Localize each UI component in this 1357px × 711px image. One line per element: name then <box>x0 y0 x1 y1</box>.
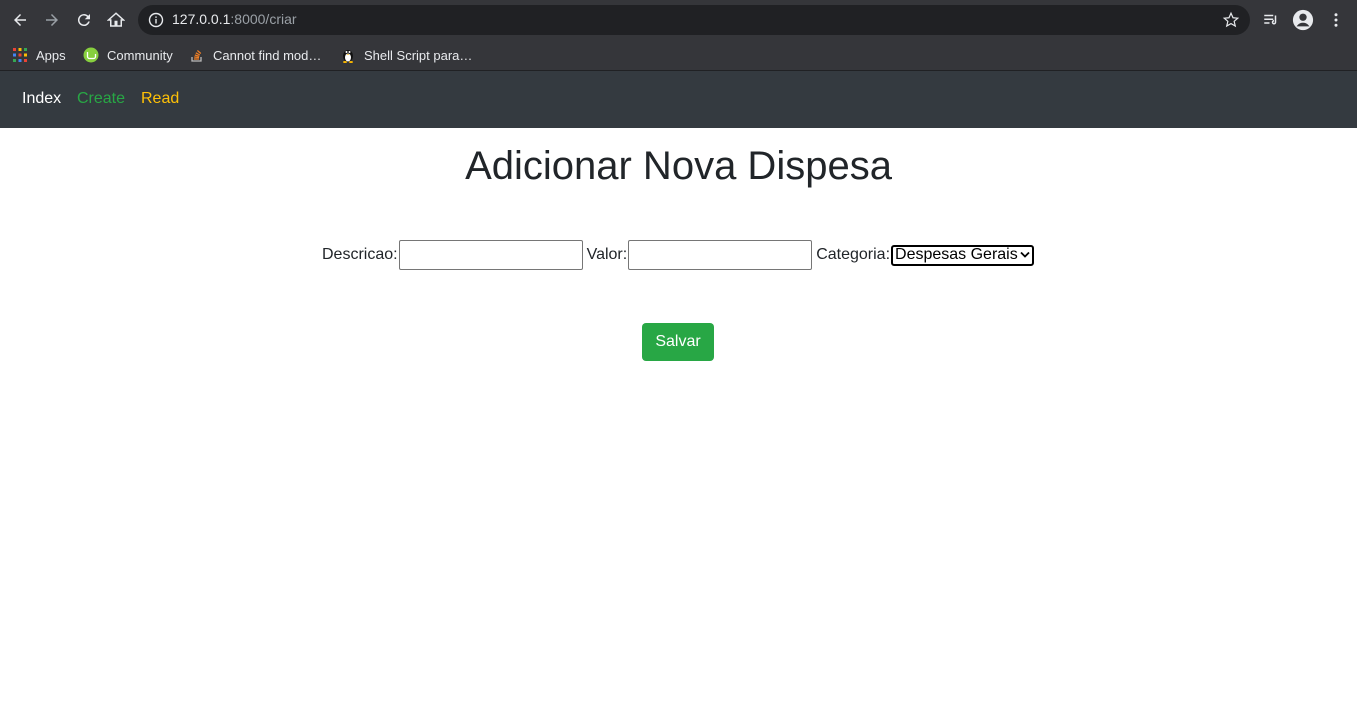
bookmark-label: Shell Script para… <box>364 47 473 63</box>
reading-list-icon[interactable] <box>1259 8 1283 32</box>
star-icon[interactable] <box>1222 11 1240 29</box>
valor-input[interactable] <box>628 240 813 270</box>
nav-link-create[interactable]: Create <box>77 89 125 109</box>
categoria-label: Categoria: <box>816 246 891 263</box>
menu-icon[interactable] <box>1324 8 1348 32</box>
url-host: 127.0.0.1 <box>172 11 231 27</box>
nav-link-read[interactable]: Read <box>141 89 179 109</box>
save-button[interactable]: Salvar <box>642 323 714 361</box>
address-bar[interactable]: 127.0.0.1:8000/criar <box>138 5 1250 35</box>
descricao-input[interactable] <box>398 240 583 270</box>
categoria-select[interactable]: Despesas Gerais <box>891 244 1034 266</box>
bookmarks-bar: Apps Community Cannot find mod… Shell Sc… <box>0 40 1357 71</box>
apps-grid-icon <box>13 48 27 62</box>
stackoverflow-icon <box>191 50 202 62</box>
site-navbar: Index Create Read <box>0 71 1357 128</box>
back-icon[interactable] <box>8 8 32 32</box>
home-icon[interactable] <box>104 8 128 32</box>
chevron-down-icon <box>1020 251 1030 258</box>
profile-icon[interactable] <box>1291 8 1315 32</box>
valor-label: Valor: <box>586 246 628 263</box>
tux-icon <box>343 50 353 63</box>
page-title: Adicionar Nova Dispesa <box>465 144 892 188</box>
forward-icon[interactable] <box>40 8 64 32</box>
bookmark-label: Apps <box>36 47 66 63</box>
url-path: :8000/criar <box>230 11 297 27</box>
categoria-selected-value: Despesas Gerais <box>895 246 1018 263</box>
bookmark-community[interactable]: Community <box>83 45 173 65</box>
bookmark-label: Community <box>107 47 173 63</box>
bookmark-label: Cannot find mod… <box>213 47 322 63</box>
linux-mint-icon <box>83 47 99 63</box>
bookmark-stackoverflow[interactable]: Cannot find mod… <box>189 45 321 65</box>
url-text: 127.0.0.1:8000/criar <box>172 11 297 27</box>
browser-toolbar: 127.0.0.1:8000/criar <box>0 0 1357 40</box>
bookmark-apps[interactable]: Apps <box>12 45 66 65</box>
expense-form: Descricao: Valor: Categoria: Despesas Ge… <box>322 240 1034 270</box>
info-icon[interactable] <box>148 12 164 28</box>
nav-link-index[interactable]: Index <box>22 89 61 109</box>
reload-icon[interactable] <box>72 8 96 32</box>
descricao-label: Descricao: <box>322 246 398 263</box>
bookmark-shell-script[interactable]: Shell Script para… <box>340 45 472 65</box>
